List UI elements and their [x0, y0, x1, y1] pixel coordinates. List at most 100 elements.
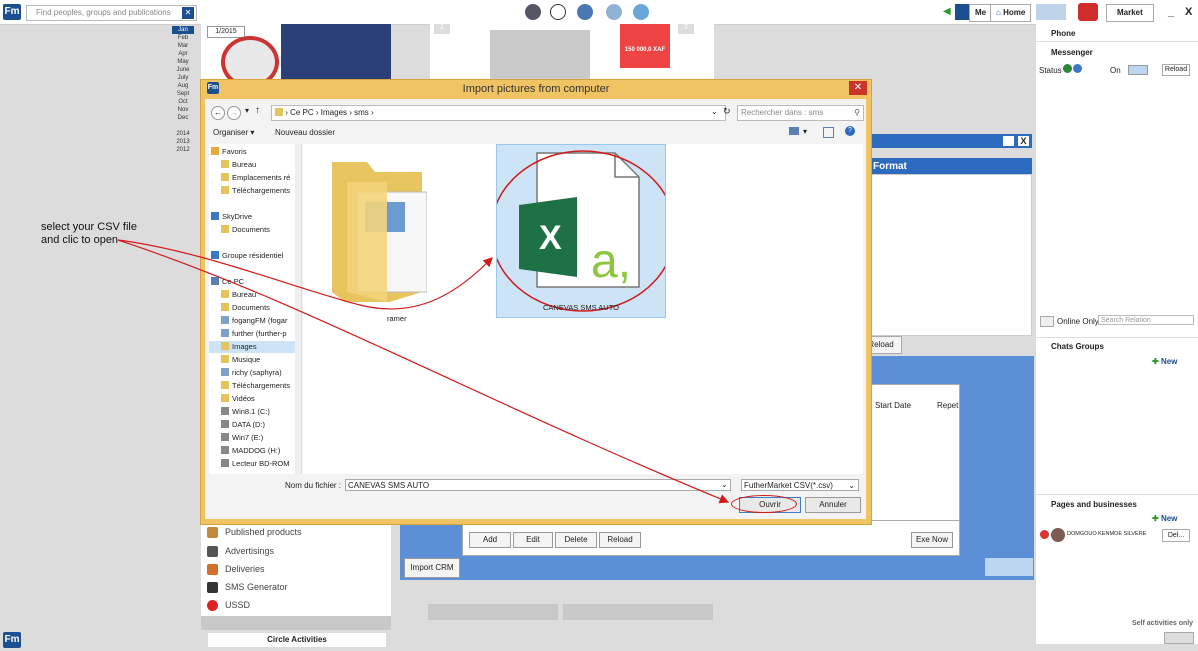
nav-item[interactable]: Win7 (E:) [209, 432, 301, 444]
globe-icon[interactable] [550, 4, 566, 20]
crumb-sms[interactable]: sms [354, 108, 369, 117]
nav-item[interactable]: Documents [209, 224, 301, 236]
nav-item[interactable]: DATA (D:) [209, 419, 301, 431]
month-item[interactable]: July [172, 74, 194, 82]
cancel-button[interactable]: Annuler [805, 497, 861, 513]
dialog-close-button[interactable]: ✕ [849, 81, 867, 95]
nav-item[interactable]: Bureau [209, 289, 301, 301]
month-item[interactable]: Mar [172, 42, 194, 50]
csv-file-item[interactable]: X a, CANEVAS SMS AUTO [490, 144, 676, 318]
folder-search-input[interactable]: Rechercher dans : sms ⚲ [737, 105, 864, 121]
filename-dropdown-icon[interactable]: ⌄ [721, 480, 728, 489]
nav-item[interactable]: Ce PC [209, 276, 301, 288]
self-activities-toggle[interactable] [1164, 632, 1194, 644]
delete-page-button[interactable]: Del... [1162, 529, 1190, 542]
address-dropdown-icon[interactable]: ⌄ [711, 107, 718, 116]
view-dropdown-icon[interactable]: ▾ [803, 127, 807, 136]
people-icon[interactable] [577, 4, 593, 20]
edit-button[interactable]: Edit [513, 532, 553, 548]
post-card-1[interactable]: 1/2015 [201, 24, 391, 88]
month-item[interactable]: Nov [172, 106, 194, 114]
nav-item[interactable]: Musique [209, 354, 301, 366]
clear-search-icon[interactable]: ✕ [182, 7, 194, 19]
status-online-icon[interactable] [1063, 64, 1072, 73]
help-icon[interactable]: ? [845, 126, 855, 136]
add-button[interactable]: Add [469, 532, 511, 548]
folder-item[interactable]: ramer [327, 152, 428, 323]
nav-item[interactable]: richy (saphyra) [209, 367, 301, 379]
year-item[interactable]: 2014 [172, 130, 194, 138]
nav-item[interactable]: Groupe résidentiel [209, 250, 301, 262]
phone-header[interactable]: Phone [1051, 29, 1075, 38]
messenger-reload-button[interactable]: Reload [1162, 64, 1190, 76]
post-card-2[interactable]: 1 2 150 000,0 XAF [430, 24, 714, 80]
nav-scrollbar[interactable] [295, 144, 301, 474]
nav-item[interactable]: MADDOG (H:) [209, 445, 301, 457]
delete-button[interactable]: Delete [555, 532, 597, 548]
file-type-select[interactable]: FutherMarket CSV(*.csv) ⌄ [741, 479, 859, 491]
nav-item[interactable]: Vidéos [209, 393, 301, 405]
forward-icon[interactable]: → [227, 106, 241, 120]
year-item[interactable]: 2012 [172, 146, 194, 154]
nav-item[interactable]: Favoris [209, 146, 301, 158]
nav-item[interactable]: SkyDrive [209, 211, 301, 223]
refresh-icon[interactable]: ↻ [723, 106, 731, 117]
menu-deliveries[interactable]: Deliveries [225, 564, 265, 574]
nav-item[interactable]: further (further-p [209, 328, 301, 340]
basket-icon[interactable] [633, 4, 649, 20]
month-item[interactable]: Sept [172, 90, 194, 98]
month-item[interactable]: Oct [172, 98, 194, 106]
minimize-button[interactable]: _ [1163, 4, 1180, 20]
new-chat-group-button[interactable]: ✚ New [1152, 357, 1177, 366]
crumb-images[interactable]: Images [321, 108, 347, 117]
month-item[interactable]: Jan [172, 26, 194, 34]
new-folder-button[interactable]: Nouveau dossier [275, 128, 335, 137]
sync-icon[interactable] [1036, 4, 1066, 20]
status-check-icon[interactable] [1073, 64, 1082, 73]
month-item[interactable]: Aug [172, 82, 194, 90]
crm-minimize-icon[interactable] [1003, 136, 1014, 146]
exe-now-button[interactable]: Exe Now [911, 532, 953, 548]
me-button[interactable]: Me [969, 4, 993, 22]
crm-close-icon[interactable]: X [1018, 136, 1029, 146]
global-search-input[interactable]: Find peoples, groups and publications ✕ [26, 5, 197, 21]
nav-item[interactable]: Emplacements ré [209, 172, 301, 184]
app-logo[interactable]: Fm [3, 4, 21, 20]
up-icon[interactable]: ↑ [255, 105, 260, 116]
home-button[interactable]: ⌂ Home [990, 4, 1032, 22]
close-app-button[interactable]: X [1180, 4, 1198, 20]
nav-item[interactable]: Téléchargements [209, 380, 301, 392]
dollar-icon[interactable] [525, 4, 541, 20]
menu-ussd[interactable]: USSD [225, 600, 250, 610]
month-item[interactable]: Apr [172, 50, 194, 58]
footer-logo[interactable]: Fm [3, 632, 21, 648]
month-item[interactable]: June [172, 66, 194, 74]
online-only-checkbox[interactable] [1040, 316, 1054, 327]
reload-button[interactable]: Reload [599, 532, 641, 548]
month-item[interactable]: Feb [172, 34, 194, 42]
filename-input[interactable]: CANEVAS SMS AUTO [345, 479, 731, 491]
import-crm-button[interactable]: Import CRM [404, 558, 460, 578]
crumb-ce-pc[interactable]: Ce PC [290, 108, 314, 117]
nav-item[interactable]: Win8.1 (C:) [209, 406, 301, 418]
back-arrow-icon[interactable]: ◀ [943, 6, 951, 17]
preview-pane-icon[interactable] [823, 127, 834, 138]
year-item[interactable]: 2013 [172, 138, 194, 146]
menu-advertisings[interactable]: Advertisings [225, 546, 274, 556]
breadcrumb[interactable]: › Ce PC › Images › sms › [271, 105, 726, 121]
search-relation-input[interactable]: Search Relation [1098, 315, 1194, 325]
view-options-icon[interactable] [789, 127, 799, 135]
month-item[interactable]: Dec [172, 114, 194, 122]
circle-activities-tab[interactable]: Circle Activities [208, 633, 386, 647]
status-toggle[interactable] [1128, 65, 1148, 75]
menu-published-products[interactable]: Published products [225, 527, 302, 537]
nav-item[interactable]: Bureau [209, 159, 301, 171]
chat-icon[interactable] [606, 4, 622, 20]
person-name[interactable]: DOMGOUO KENMOE SILVERE [1067, 531, 1146, 537]
menu-sms-generator[interactable]: SMS Generator [225, 582, 288, 592]
nav-item[interactable]: Images [209, 341, 301, 353]
nav-item[interactable]: Documents [209, 302, 301, 314]
back-icon[interactable]: ← [211, 106, 225, 120]
nav-item[interactable]: Lecteur BD-ROM [209, 458, 301, 470]
new-page-button[interactable]: ✚ New [1152, 514, 1177, 523]
